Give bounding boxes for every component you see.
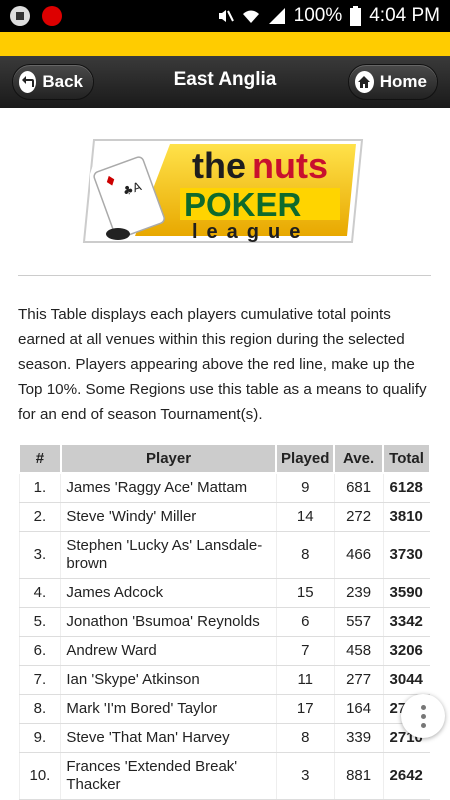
rank-cell: 3. bbox=[18, 531, 61, 579]
home-button[interactable]: Home bbox=[348, 64, 438, 100]
played-cell: 8 bbox=[275, 723, 335, 753]
rank-cell: 9. bbox=[18, 723, 61, 753]
col-header-average: Ave. bbox=[333, 443, 385, 474]
table-row: 9. Steve 'That Man' Harvey 8 339 2710 bbox=[18, 723, 430, 753]
player-name-cell[interactable]: James Adcock bbox=[60, 578, 277, 608]
status-left-icons bbox=[10, 6, 62, 26]
rank-cell: 4. bbox=[18, 578, 61, 608]
rank-cell: 1. bbox=[18, 473, 61, 503]
total-cell: 3590 bbox=[382, 578, 430, 608]
more-dot-icon bbox=[420, 704, 426, 710]
table-row: 4. James Adcock 15 239 3590 bbox=[18, 578, 430, 608]
home-button-label: Home bbox=[379, 72, 427, 91]
played-cell: 6 bbox=[275, 607, 335, 637]
player-name-cell[interactable]: Frances 'Extended Break' Thacker bbox=[60, 752, 277, 800]
player-name-cell[interactable]: Steve 'Windy' Miller bbox=[60, 502, 277, 532]
home-icon bbox=[355, 71, 374, 93]
wifi-icon bbox=[242, 10, 259, 23]
played-cell: 15 bbox=[275, 578, 335, 608]
average-cell: 881 bbox=[333, 752, 384, 800]
league-table: # Player Played Ave. Total 1. James 'Rag… bbox=[18, 443, 431, 800]
nuts-poker-league-logo: ♦ ♣A the nuts POKER league bbox=[82, 139, 364, 243]
played-cell: 8 bbox=[275, 531, 335, 579]
played-cell: 11 bbox=[275, 665, 335, 695]
average-cell: 681 bbox=[333, 473, 384, 503]
accent-bar bbox=[0, 32, 450, 56]
player-name-cell[interactable]: Mark 'I'm Bored' Taylor bbox=[60, 694, 277, 724]
played-cell: 9 bbox=[275, 473, 335, 503]
logo-word-the: the bbox=[192, 145, 246, 186]
mute-icon bbox=[218, 10, 234, 22]
player-name-cell[interactable]: Ian 'Skype' Atkinson bbox=[60, 665, 277, 695]
player-name-cell[interactable]: Andrew Ward bbox=[60, 636, 277, 666]
more-options-button[interactable] bbox=[401, 694, 445, 738]
table-row: 2. Steve 'Windy' Miller 14 272 3810 bbox=[18, 502, 430, 532]
table-description: This Table displays each players cumulat… bbox=[18, 306, 427, 423]
app-header: Back East Anglia Home bbox=[0, 56, 450, 108]
played-cell: 7 bbox=[275, 636, 335, 666]
played-cell: 17 bbox=[275, 694, 335, 724]
player-name-cell[interactable]: Jonathon 'Bsumoa' Reynolds bbox=[60, 607, 277, 637]
total-cell: 6128 bbox=[382, 473, 430, 503]
logo-word-league: league bbox=[192, 221, 309, 243]
average-cell: 557 bbox=[333, 607, 384, 637]
total-cell: 3342 bbox=[382, 607, 430, 637]
average-cell: 164 bbox=[333, 694, 384, 724]
rank-cell: 8. bbox=[18, 694, 61, 724]
total-cell: 2642 bbox=[382, 752, 430, 800]
table-header-row: # Player Played Ave. Total bbox=[18, 443, 431, 474]
status-right: 100% 4:04 PM bbox=[216, 5, 440, 27]
col-header-player: Player bbox=[59, 443, 278, 474]
hangouts-notification-icon bbox=[10, 6, 30, 26]
average-cell: 466 bbox=[333, 531, 384, 579]
average-cell: 239 bbox=[333, 578, 384, 608]
table-row: 6. Andrew Ward 7 458 3206 bbox=[18, 636, 430, 666]
player-name-cell[interactable]: James 'Raggy Ace' Mattam bbox=[60, 473, 277, 503]
col-header-total: Total bbox=[382, 443, 431, 474]
average-cell: 277 bbox=[333, 665, 384, 695]
total-cell: 3810 bbox=[382, 502, 430, 532]
more-dot-icon bbox=[420, 722, 426, 728]
table-row: 7. Ian 'Skype' Atkinson 11 277 3044 bbox=[18, 665, 430, 695]
col-header-rank: # bbox=[18, 443, 62, 474]
main-content: ♦ ♣A the nuts POKER league This Table di… bbox=[0, 108, 450, 800]
rank-cell: 2. bbox=[18, 502, 61, 532]
table-row: 8. Mark 'I'm Bored' Taylor 17 164 2788 bbox=[18, 694, 430, 724]
battery-percent: 100% bbox=[293, 5, 343, 26]
played-cell: 3 bbox=[275, 752, 335, 800]
signal-icon bbox=[268, 8, 285, 24]
player-name-cell[interactable]: Stephen 'Lucky As' Lansdale-brown bbox=[60, 531, 277, 579]
record-notification-icon bbox=[42, 6, 62, 26]
player-name-cell[interactable]: Steve 'That Man' Harvey bbox=[60, 723, 277, 753]
rank-cell: 5. bbox=[18, 607, 61, 637]
table-row: 5. Jonathon 'Bsumoa' Reynolds 6 557 3342 bbox=[18, 607, 430, 637]
logo-word-nuts: nuts bbox=[252, 145, 328, 186]
table-row: 10. Frances 'Extended Break' Thacker 3 8… bbox=[18, 752, 430, 800]
battery-icon bbox=[350, 6, 362, 26]
average-cell: 339 bbox=[333, 723, 384, 753]
total-cell: 3044 bbox=[382, 665, 430, 695]
clock-time: 4:04 PM bbox=[369, 5, 440, 26]
more-dot-icon bbox=[420, 713, 426, 719]
rank-cell: 10. bbox=[18, 752, 61, 800]
average-cell: 458 bbox=[333, 636, 384, 666]
logo-word-poker: POKER bbox=[184, 186, 302, 223]
rank-cell: 6. bbox=[18, 636, 61, 666]
total-cell: 3206 bbox=[382, 636, 430, 666]
divider bbox=[18, 275, 431, 276]
table-row: 3. Stephen 'Lucky As' Lansdale-brown 8 4… bbox=[18, 531, 430, 579]
rank-cell: 7. bbox=[18, 665, 61, 695]
status-bar: 100% 4:04 PM bbox=[0, 0, 450, 32]
played-cell: 14 bbox=[275, 502, 335, 532]
total-cell: 3730 bbox=[382, 531, 430, 579]
table-row: 1. James 'Raggy Ace' Mattam 9 681 6128 bbox=[18, 473, 430, 503]
col-header-played: Played bbox=[275, 443, 336, 474]
average-cell: 272 bbox=[333, 502, 384, 532]
